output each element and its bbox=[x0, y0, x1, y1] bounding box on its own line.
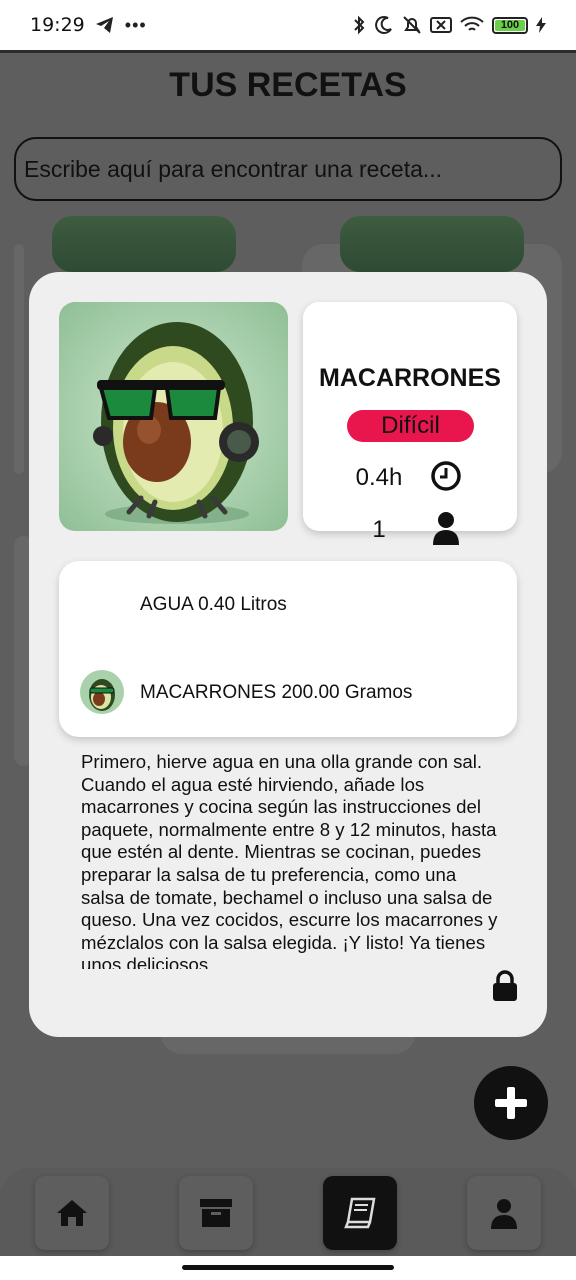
lock-icon bbox=[493, 970, 517, 1001]
recipe-servings: 1 bbox=[372, 516, 386, 543]
home-indicator[interactable] bbox=[182, 1265, 394, 1270]
difficulty-badge: Difícil bbox=[347, 410, 474, 442]
search-input[interactable] bbox=[24, 155, 560, 183]
archive-icon bbox=[200, 1199, 232, 1227]
ingredient-text: AGUA 0.40 Litros bbox=[140, 594, 287, 615]
bell-off-icon bbox=[403, 16, 421, 34]
telegram-icon bbox=[95, 17, 113, 33]
time-row: 0.4h bbox=[303, 458, 517, 498]
add-recipe-button[interactable] bbox=[474, 1066, 548, 1140]
recipe-card[interactable] bbox=[14, 244, 24, 474]
recipe-name: MACARRONES bbox=[319, 364, 501, 392]
status-time: 19:29 bbox=[30, 14, 85, 36]
status-bar: 19:29 ••• 100 bbox=[0, 0, 576, 50]
book-icon bbox=[344, 1197, 376, 1229]
servings-row: 1 bbox=[303, 510, 517, 550]
no-sim-icon bbox=[430, 17, 452, 33]
recipe-card-image bbox=[52, 216, 236, 272]
ingredient-text: MACARRONES 200.00 Gramos bbox=[140, 682, 413, 703]
nav-profile-button[interactable] bbox=[467, 1176, 541, 1250]
clock-icon bbox=[429, 458, 463, 494]
lock-button[interactable] bbox=[491, 969, 519, 1003]
recipe-info-card: MACARRONES Difícil 0.4h 1 bbox=[303, 302, 517, 545]
moon-icon bbox=[375, 16, 392, 34]
ingredient-item: MACARRONES 200.00 Gramos bbox=[59, 670, 517, 716]
nav-recipes-button[interactable] bbox=[323, 1176, 397, 1250]
plus-icon bbox=[495, 1087, 527, 1119]
bluetooth-icon bbox=[354, 15, 365, 35]
home-icon bbox=[57, 1200, 87, 1226]
ingredient-thumbnail bbox=[80, 670, 124, 714]
recipe-time: 0.4h bbox=[355, 464, 403, 491]
search-bar[interactable] bbox=[14, 137, 562, 201]
nav-home-button[interactable] bbox=[35, 1176, 109, 1250]
wifi-icon bbox=[460, 16, 484, 31]
status-divider bbox=[0, 50, 576, 53]
recipe-instructions: Primero, hierve agua en una olla grande … bbox=[81, 751, 498, 969]
charging-icon bbox=[536, 17, 546, 33]
page-title: TUS RECETAS bbox=[169, 66, 407, 104]
user-icon bbox=[429, 510, 463, 546]
recipe-photo bbox=[59, 302, 288, 531]
more-icon: ••• bbox=[124, 14, 147, 35]
ingredient-item: AGUA 0.40 Litros bbox=[59, 582, 517, 628]
user-icon bbox=[491, 1199, 517, 1229]
avocado-image bbox=[59, 302, 288, 531]
recipe-detail-modal: MACARRONES Difícil 0.4h 1 AGUA 0.40 Litr… bbox=[29, 272, 547, 1037]
battery-indicator: 100 bbox=[492, 16, 528, 34]
ingredients-card: AGUA 0.40 Litros MACARRONES 200.00 Gramo… bbox=[59, 561, 517, 737]
nav-archive-button[interactable] bbox=[179, 1176, 253, 1250]
recipe-card-image bbox=[340, 216, 524, 272]
